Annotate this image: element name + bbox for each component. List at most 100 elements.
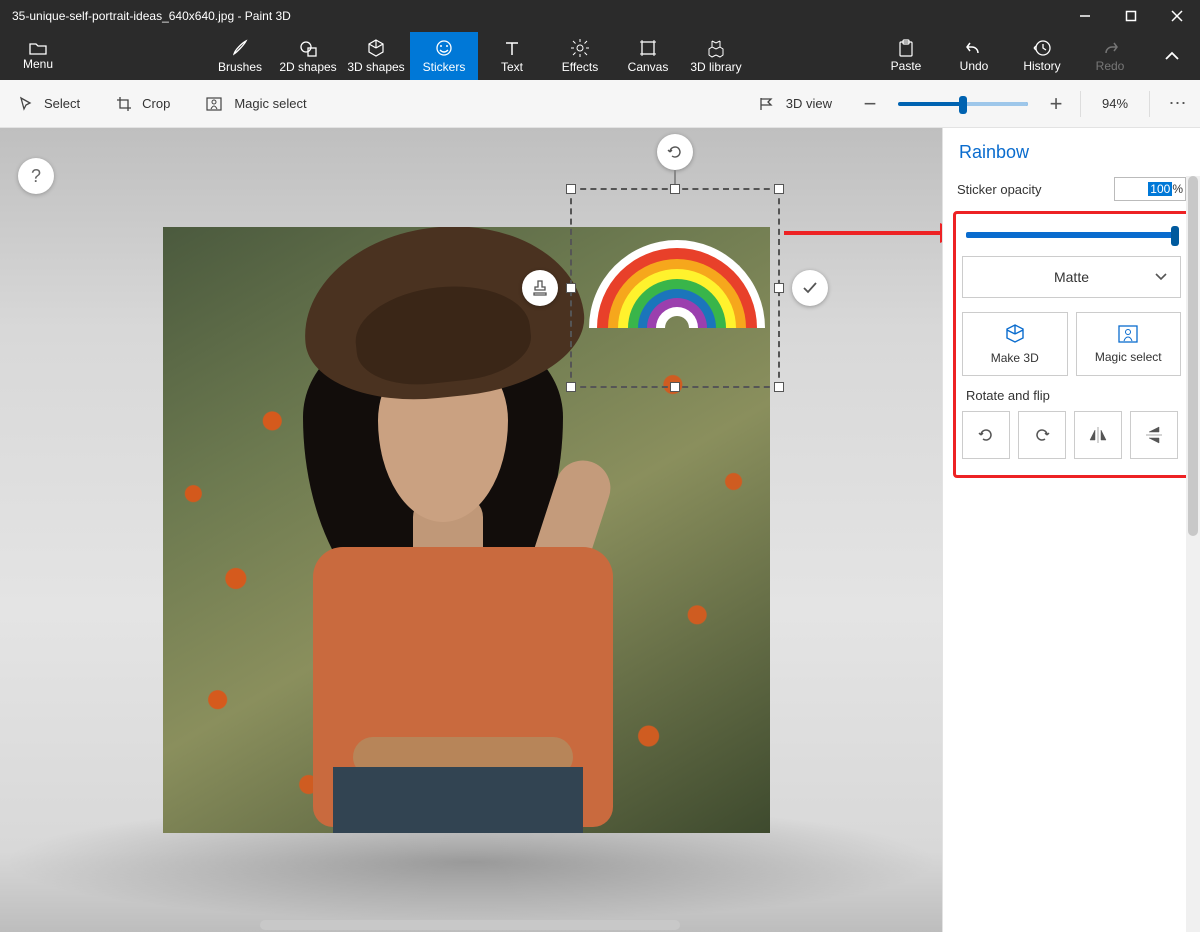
help-button[interactable]: ? [18,158,54,194]
panel-scrollbar[interactable] [1186,176,1200,932]
undo-button[interactable]: Undo [940,32,1008,80]
magic-select-tool[interactable]: Magic select [206,96,306,112]
tool-stickers[interactable]: Stickers [410,32,478,80]
redo-label: Redo [1096,59,1125,73]
secondary-toolbar: Select Crop Magic select 3D view − + 94%… [0,80,1200,128]
stamp-icon [530,278,550,298]
redo-icon [1100,39,1120,57]
rotate-flip-label: Rotate and flip [962,376,1181,411]
3d-view-label: 3D view [786,96,832,111]
stamp-button[interactable] [522,270,558,306]
properties-panel: Rainbow Sticker opacity 100% Matte Make … [942,128,1200,932]
zoom-in-button[interactable]: + [1038,86,1074,122]
crop-icon [116,96,132,112]
rotate-handle[interactable] [657,134,693,170]
more-button[interactable]: ⋯ [1156,93,1200,114]
tool-label: Text [501,60,523,74]
opacity-unit: % [1172,182,1183,196]
title-bar: 35-unique-self-portrait-ideas_640x640.jp… [0,0,1200,32]
sticker-selection[interactable] [570,188,780,388]
rainbow-sticker[interactable] [587,240,767,350]
opacity-input[interactable]: 100% [1114,177,1186,201]
tool-text[interactable]: Text [478,32,546,80]
tool-3d-shapes[interactable]: 3D shapes [342,32,410,80]
panel-title: Rainbow [943,128,1200,173]
tool-label: 3D shapes [347,60,404,74]
magic-select-icon [1117,324,1139,344]
make-3d-button[interactable]: Make 3D [962,312,1068,376]
rotate-icon [666,143,684,161]
annotation-highlight: Matte Make 3D Magic select Rotate and fl… [953,211,1190,478]
text-icon [502,38,522,58]
cube-icon [1004,323,1026,345]
paste-button[interactable]: Paste [872,32,940,80]
tool-canvas[interactable]: Canvas [614,32,682,80]
history-button[interactable]: History [1008,32,1076,80]
tool-label: 2D shapes [279,60,336,74]
magic-select-label: Magic select [1095,350,1162,364]
opacity-slider[interactable] [966,232,1177,238]
resize-handle[interactable] [566,283,576,293]
stickers-icon [434,38,454,58]
divider [1149,91,1150,117]
tool-brushes[interactable]: Brushes [206,32,274,80]
paste-label: Paste [891,59,922,73]
chevron-down-icon [1154,270,1168,284]
magic-select-button[interactable]: Magic select [1076,312,1182,376]
commit-button[interactable] [792,270,828,306]
tool-effects[interactable]: Effects [546,32,614,80]
brush-icon [230,38,250,58]
shapes-2d-icon [298,38,318,58]
library-3d-icon [706,38,726,58]
tool-label: Stickers [423,60,466,74]
rotate-ccw-button[interactable] [962,411,1010,459]
history-icon [1032,39,1052,57]
opacity-value: 100 [1148,182,1172,196]
flip-vertical-icon [1143,424,1165,446]
resize-handle[interactable] [566,184,576,194]
menu-label: Menu [23,57,53,71]
select-label: Select [44,96,80,111]
finish-dropdown[interactable]: Matte [962,256,1181,298]
3d-view-toggle[interactable]: 3D view [758,96,832,112]
tool-label: 3D library [690,60,741,74]
ribbon: Menu Brushes 2D shapes 3D shapes Sticker… [0,32,1200,80]
expand-panel-button[interactable] [1144,32,1200,80]
effects-icon [570,38,590,58]
zoom-value[interactable]: 94% [1087,96,1143,111]
undo-label: Undo [960,59,989,73]
crop-tool[interactable]: Crop [116,96,170,112]
redo-button[interactable]: Redo [1076,32,1144,80]
resize-handle[interactable] [774,382,784,392]
flag-icon [758,96,776,112]
resize-handle[interactable] [566,382,576,392]
help-icon: ? [31,166,41,187]
flip-horizontal-icon [1087,424,1109,446]
magic-select-icon [206,96,224,112]
chevron-up-icon [1164,48,1180,64]
maximize-button[interactable] [1108,0,1154,32]
select-tool[interactable]: Select [18,96,80,112]
tool-3d-library[interactable]: 3D library [682,32,750,80]
flip-vertical-button[interactable] [1130,411,1178,459]
finish-value: Matte [1054,269,1089,285]
canvas-icon [638,38,658,58]
horizontal-scrollbar[interactable] [260,920,680,930]
window-title: 35-unique-self-portrait-ideas_640x640.jp… [0,9,1062,23]
close-button[interactable] [1154,0,1200,32]
canvas-area[interactable]: ? [0,128,942,932]
rotate-cw-button[interactable] [1018,411,1066,459]
menu-button[interactable]: Menu [0,32,76,80]
history-label: History [1023,59,1060,73]
tool-2d-shapes[interactable]: 2D shapes [274,32,342,80]
zoom-slider[interactable] [898,102,1028,106]
resize-handle[interactable] [774,184,784,194]
zoom-out-button[interactable]: − [852,86,888,122]
resize-handle[interactable] [670,184,680,194]
resize-handle[interactable] [774,283,784,293]
minimize-button[interactable] [1062,0,1108,32]
make-3d-label: Make 3D [991,351,1039,365]
resize-handle[interactable] [670,382,680,392]
checkmark-icon [800,278,820,298]
flip-horizontal-button[interactable] [1074,411,1122,459]
